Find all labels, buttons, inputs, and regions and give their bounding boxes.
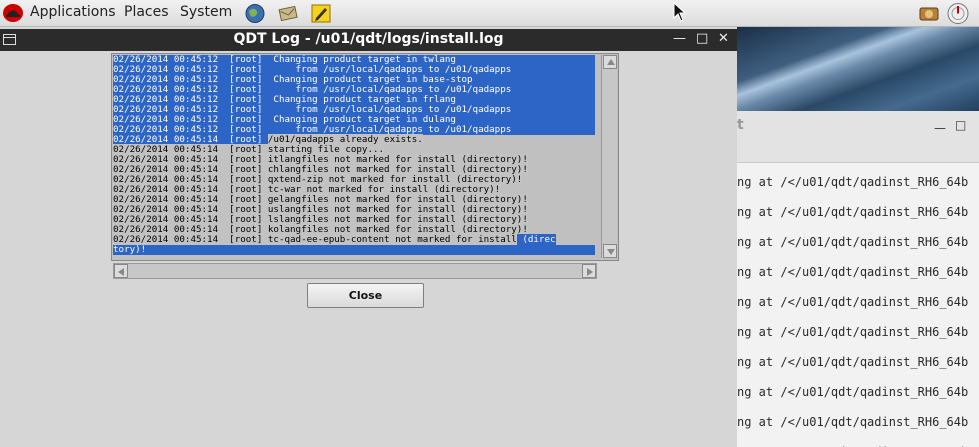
text-editor-icon[interactable] bbox=[310, 3, 332, 24]
mail-client-icon[interactable] bbox=[277, 3, 299, 24]
network-tray-icon[interactable] bbox=[946, 2, 970, 25]
redhat-logo-icon[interactable] bbox=[2, 3, 24, 23]
vertical-scrollbar[interactable] bbox=[601, 55, 617, 258]
minimize-button[interactable]: — bbox=[673, 31, 686, 46]
scroll-down-icon[interactable] bbox=[603, 244, 617, 258]
horizontal-scrollbar[interactable] bbox=[113, 263, 597, 279]
background-maximize-button[interactable]: □ bbox=[955, 118, 966, 132]
close-window-button[interactable]: ✕ bbox=[718, 31, 729, 46]
menu-places[interactable]: Places bbox=[124, 4, 169, 20]
scroll-up-icon[interactable] bbox=[603, 55, 617, 69]
web-browser-icon[interactable] bbox=[244, 3, 266, 24]
background-text-line: ng at /</u01/qdt/qadinst_RH6_64b bbox=[737, 295, 969, 309]
desktop-wallpaper bbox=[737, 27, 979, 111]
background-text-line: ng at /</u01/qdt/qadinst_RH6_64b bbox=[737, 415, 969, 429]
dialog-titlebar[interactable]: QDT Log - /u01/qdt/logs/install.log — □ … bbox=[0, 29, 737, 51]
menu-applications[interactable]: Applications bbox=[30, 4, 116, 20]
close-button[interactable]: Close bbox=[307, 283, 424, 308]
log-line: 02/26/2014 00:45:14 [root] tc-qad-ee-epu… bbox=[113, 234, 595, 245]
background-minimize-button[interactable]: — bbox=[934, 121, 946, 135]
background-text-line: ng at /</u01/qdt/qadinst_RH6_64b bbox=[737, 205, 969, 219]
background-terminal-window: t — □ ng at /</u01/qdt/qadinst_RH6_64b ng… bbox=[737, 27, 979, 447]
maximize-button[interactable]: □ bbox=[696, 31, 708, 46]
background-text-line: ng at /</u01/qdt/qadinst_RH6_64b bbox=[737, 325, 969, 339]
log-text-area[interactable]: 02/26/2014 00:45:12 [root] Changing prod… bbox=[113, 55, 595, 258]
log-line: tory)! bbox=[113, 245, 595, 255]
log-line-txt: 02/26/2014 00:45:14 [root] tc-qad-ee-epu… bbox=[113, 234, 517, 245]
menu-system[interactable]: System bbox=[180, 4, 232, 20]
scroll-left-icon[interactable] bbox=[114, 264, 128, 278]
background-text-area: ng at /</u01/qdt/qadinst_RH6_64bng at /<… bbox=[737, 163, 979, 447]
log-line-tail: (direc bbox=[516, 234, 556, 245]
top-panel: Applications Places System bbox=[0, 0, 979, 27]
background-text-line: ng at /</u01/qdt/qadinst_RH6_64b bbox=[737, 265, 969, 279]
background-window-titlebar bbox=[737, 111, 979, 163]
updates-tray-icon[interactable] bbox=[917, 2, 941, 25]
dialog-title: QDT Log - /u01/qdt/logs/install.log bbox=[233, 31, 504, 47]
mouse-pointer-icon bbox=[673, 2, 687, 22]
background-text-line: ng at /</u01/qdt/qadinst_RH6_64b bbox=[737, 355, 969, 369]
background-text-line: ng at /</u01/qdt/qadinst_RH6_64b bbox=[737, 175, 969, 189]
background-text-line: ng at /</u01/qdt/qadinst_RH6_64b bbox=[737, 385, 969, 399]
background-text-line: ng at /</u01/qdt/qadinst_RH6_64b bbox=[737, 235, 969, 249]
scroll-right-icon[interactable] bbox=[582, 264, 596, 278]
background-window-title: t bbox=[737, 117, 744, 133]
